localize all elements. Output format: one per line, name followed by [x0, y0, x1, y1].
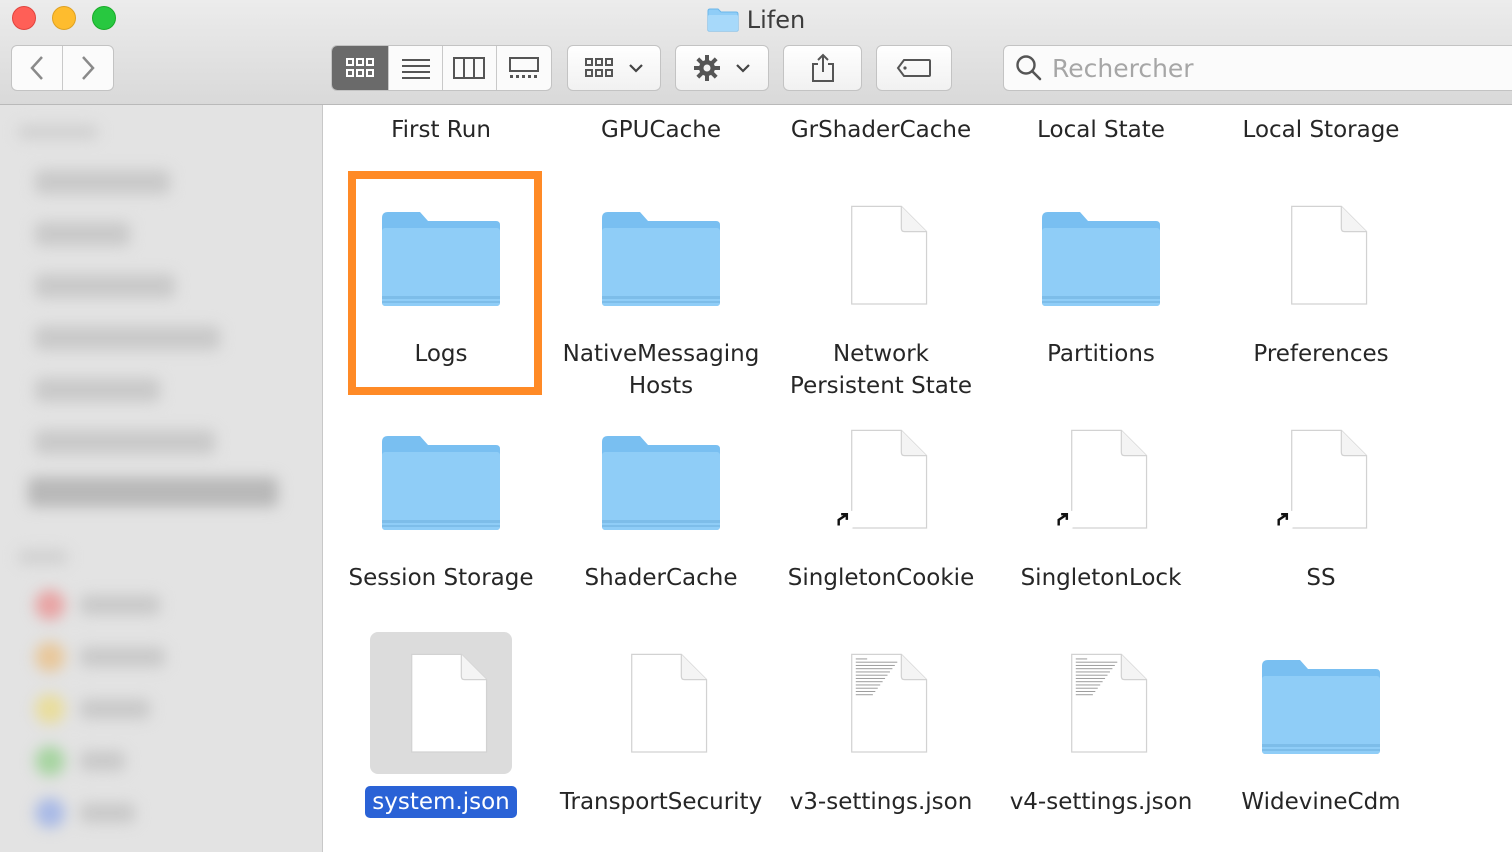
- file-name-label: TransportSecurity: [556, 786, 766, 818]
- file-name-line: Local State: [1037, 117, 1165, 143]
- back-forward-control: [11, 45, 114, 91]
- document-icon: [833, 643, 929, 769]
- file-name-label: Partitions: [996, 338, 1206, 370]
- alias-document-icon: [833, 419, 929, 545]
- file-name-line: Persistent State: [790, 373, 972, 399]
- selected-file-name: system.json: [365, 786, 517, 818]
- file-name-label: Local Storage: [1216, 114, 1426, 146]
- alias-document-icon: [1053, 419, 1149, 545]
- gear-icon: [694, 55, 720, 81]
- document-icon: [1053, 643, 1149, 769]
- file-name-label: SingletonLock: [996, 562, 1206, 594]
- file-name-label: NativeMessaging Hosts: [556, 338, 766, 402]
- share-icon: [811, 53, 834, 82]
- file-name-line: TransportSecurity: [559, 789, 763, 815]
- file-name-line: SingletonCookie: [787, 565, 975, 591]
- folder-icon: [380, 434, 502, 536]
- file-name-line: First Run: [391, 117, 491, 143]
- file-name-line: WidevineCdm: [1241, 789, 1401, 815]
- file-name-label: First Run: [336, 114, 546, 146]
- file-name-line: SingletonLock: [1020, 565, 1182, 591]
- search-field[interactable]: [1003, 45, 1512, 91]
- gallery-icon: [508, 57, 539, 78]
- file-name-line: Partitions: [1047, 341, 1155, 367]
- icon-view-button[interactable]: [332, 46, 390, 90]
- tags-button[interactable]: [876, 45, 952, 91]
- document-icon: [613, 643, 709, 769]
- file-name-line: Local Storage: [1242, 117, 1400, 143]
- search-input[interactable]: [1050, 52, 1494, 84]
- alias-document-icon: [1273, 419, 1369, 545]
- document-icon: [393, 643, 489, 769]
- file-name-label: SingletonCookie: [776, 562, 986, 594]
- chevron-right-icon: [81, 56, 95, 80]
- column-view-button[interactable]: [443, 46, 497, 90]
- gallery-view-button[interactable]: [497, 46, 551, 90]
- file-name-line: Hosts: [628, 373, 694, 399]
- file-name-line: GPUCache: [600, 117, 722, 143]
- folder-icon: [600, 434, 722, 536]
- file-name-line: SS: [1306, 565, 1336, 591]
- file-name-label: v3-settings.json: [776, 786, 986, 818]
- file-name-line: Network: [832, 341, 930, 367]
- file-name-label: GrShaderCache: [776, 114, 986, 146]
- back-button[interactable]: [12, 46, 63, 90]
- file-name-label: Session Storage: [336, 562, 546, 594]
- icon-grid-icon: [585, 58, 613, 77]
- file-name-label: SS: [1216, 562, 1426, 594]
- toolbar: Lifen: [0, 0, 1512, 105]
- share-button[interactable]: [783, 45, 862, 91]
- file-name-line: GrShaderCache: [790, 117, 972, 143]
- file-name-line: ShaderCache: [584, 565, 738, 591]
- view-mode-control: [331, 45, 552, 91]
- file-name-label: WidevineCdm: [1216, 786, 1426, 818]
- icon-grid-icon: [346, 58, 375, 77]
- document-icon: [833, 195, 929, 321]
- chevron-down-icon: [736, 64, 750, 73]
- folder-icon: [707, 8, 739, 39]
- tag-icon: [896, 59, 931, 77]
- file-name-line: v4-settings.json: [1009, 789, 1193, 815]
- file-name-label: system.json: [336, 786, 546, 818]
- file-name-label: Network Persistent State: [776, 338, 986, 402]
- document-icon: [1273, 195, 1369, 321]
- sidebar: [0, 105, 323, 852]
- file-name-line: Session Storage: [348, 565, 534, 591]
- search-icon: [1016, 55, 1042, 81]
- file-name-line: v3-settings.json: [789, 789, 973, 815]
- columns-icon: [453, 57, 486, 79]
- folder-icon: [1260, 658, 1382, 760]
- file-name-line: Preferences: [1253, 341, 1389, 367]
- sidebar-blurred-content: [0, 105, 322, 852]
- action-button[interactable]: [675, 45, 769, 91]
- window-title-text: Lifen: [746, 6, 806, 34]
- file-name-label: Preferences: [1216, 338, 1426, 370]
- list-icon: [401, 59, 430, 79]
- file-name-line: NativeMessaging: [562, 341, 760, 367]
- file-name-label: ShaderCache: [556, 562, 766, 594]
- window-title: Lifen: [0, 5, 1512, 35]
- chevron-left-icon: [30, 56, 43, 80]
- folder-icon: [600, 210, 722, 312]
- forward-button[interactable]: [63, 46, 114, 90]
- group-by-button[interactable]: [567, 45, 661, 91]
- highlight-annotation: [348, 171, 542, 395]
- list-view-button[interactable]: [389, 46, 443, 90]
- folder-icon: [1040, 210, 1162, 312]
- file-name-label: Local State: [996, 114, 1206, 146]
- file-name-label: GPUCache: [556, 114, 766, 146]
- chevron-down-icon: [629, 64, 643, 73]
- file-name-label: v4-settings.json: [996, 786, 1206, 818]
